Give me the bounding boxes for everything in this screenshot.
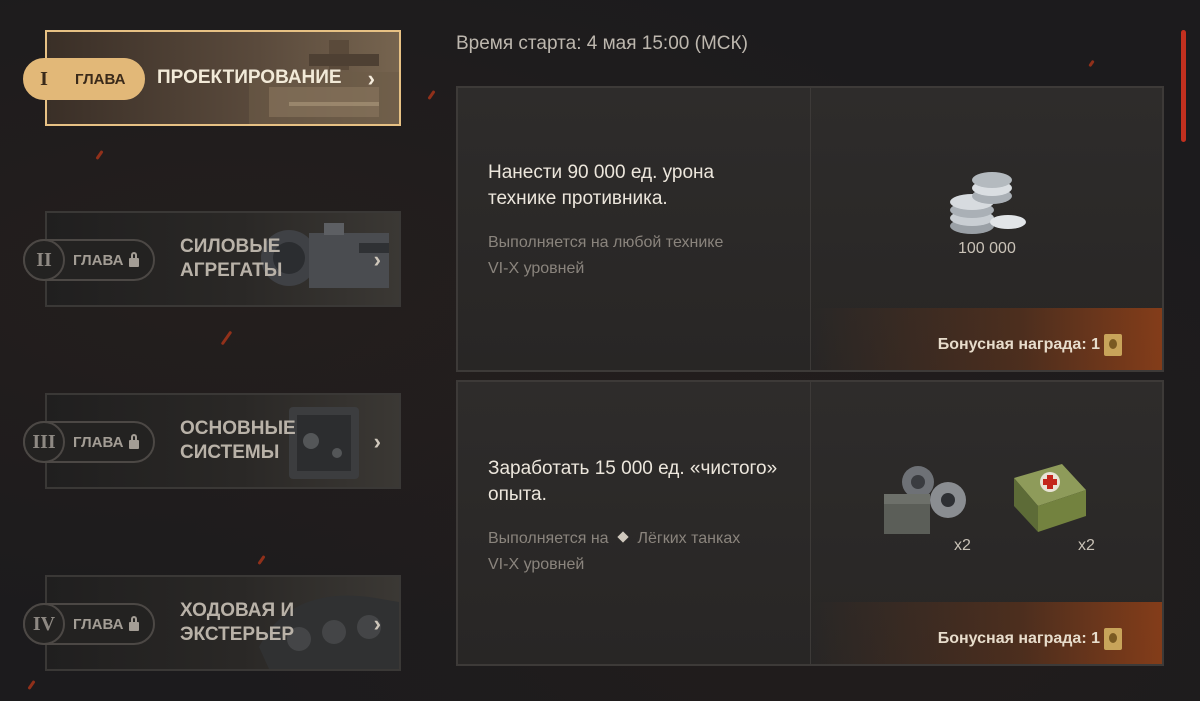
bonus-reward-label: Бонусная награда: 1 — [937, 630, 1100, 647]
chapter-card-1[interactable]: I ГЛАВА ПРОЕКТИРОВАНИЕ › — [23, 30, 401, 126]
reward-count: x2 — [1078, 537, 1095, 554]
task-card-1[interactable]: Нанести 90 000 ед. урона технике противни… — [456, 86, 1164, 372]
chapter-pill: IV ГЛАВА — [23, 603, 156, 645]
chapter-number: I — [40, 67, 48, 90]
chapter-label: ГЛАВА — [73, 251, 124, 269]
chapter-number: III — [23, 421, 65, 463]
chapter-card-4[interactable]: IV ГЛАВА ХОДОВАЯ И ЭКСТЕРЬЕР › — [23, 575, 401, 671]
medal-icon — [1104, 334, 1122, 356]
bonus-strip: Бонусная награда: 1 — [812, 602, 1162, 664]
start-time: Время старта: 4 мая 15:00 (МСК) — [456, 33, 748, 54]
chapter-title-line: ЭКСТЕРЬЕР — [180, 624, 295, 645]
chapter-card-2[interactable]: II ГЛАВА СИЛОВЫЕ АГРЕГАТЫ › — [23, 211, 401, 307]
vehicle-type: Лёгких танках — [637, 530, 741, 547]
chapter-number: II — [23, 239, 65, 281]
chapter-title: ПРОЕКТИРОВАНИЕ — [157, 67, 342, 88]
chapter-title: СИЛОВЫЕ АГРЕГАТЫ — [180, 213, 282, 305]
divider — [810, 382, 811, 664]
chapter-title: ОСНОВНЫЕ СИСТЕМЫ — [180, 395, 296, 487]
chapter-title-line: ХОДОВАЯ И — [180, 600, 295, 621]
bonus-strip: Бонусная награда: 1 — [812, 308, 1162, 370]
chapter-label: ГЛАВА — [73, 433, 124, 451]
task-condition-line: Выполняется на любой технике — [488, 234, 724, 251]
task-description: Нанести 90 000 ед. урона технике противни… — [488, 160, 798, 282]
scrollbar[interactable] — [1181, 30, 1186, 142]
chapter-pill: I ГЛАВА — [23, 58, 146, 100]
chapter-number: IV — [23, 603, 65, 645]
light-tank-icon — [617, 531, 629, 543]
lock-icon — [129, 615, 140, 631]
chapter-label: ГЛАВА — [75, 70, 126, 88]
task-condition-line: VI-X уровней — [488, 556, 585, 573]
chevron-right-icon: › — [373, 611, 381, 636]
chapter-title-line: СИСТЕМЫ — [180, 442, 280, 463]
task-condition: Выполняется на Лёгких танках VI-X уровней — [488, 526, 798, 578]
chapter-card-3[interactable]: III ГЛАВА ОСНОВНЫЕ СИСТЕМЫ › — [23, 393, 401, 489]
chapter-label: ГЛАВА — [73, 615, 124, 633]
task-condition-line: VI-X уровней — [488, 260, 585, 277]
divider — [810, 88, 811, 370]
task-title-line: опыта. — [488, 484, 547, 505]
task-condition-line: Выполняется на — [488, 530, 609, 547]
task-title-line: Нанести 90 000 ед. урона — [488, 162, 715, 183]
chapter-pill: III ГЛАВА — [23, 421, 156, 463]
medal-icon — [1104, 628, 1122, 650]
task-description: Заработать 15 000 ед. «чистого» опыта. Вы… — [488, 456, 798, 578]
task-card-2[interactable]: Заработать 15 000 ед. «чистого» опыта. Вы… — [456, 380, 1164, 666]
chapter-title-line: АГРЕГАТЫ — [180, 260, 283, 281]
chapter-title: ХОДОВАЯ И ЭКСТЕРЬЕР — [180, 577, 294, 669]
chapter-pill: II ГЛАВА — [23, 239, 156, 281]
silver-coins-icon — [946, 168, 1030, 245]
bonus-reward-label: Бонусная награда: 1 — [937, 336, 1100, 353]
chevron-right-icon: › — [373, 247, 381, 272]
lock-icon — [129, 433, 140, 449]
reward-count: x2 — [954, 537, 971, 554]
first-aid-kit-icon — [1006, 460, 1092, 541]
chevron-right-icon: › — [367, 66, 375, 91]
reward-amount: 100 000 — [958, 240, 1016, 257]
task-condition: Выполняется на любой технике VI-X уровней — [488, 230, 798, 282]
task-title-line: Заработать 15 000 ед. «чистого» — [488, 458, 778, 479]
task-title-line: технике противника. — [488, 188, 668, 209]
task-title: Заработать 15 000 ед. «чистого» опыта. — [488, 456, 798, 508]
task-title: Нанести 90 000 ед. урона технике противни… — [488, 160, 798, 212]
lock-icon — [129, 251, 140, 267]
equipment-crate-icon — [882, 460, 972, 545]
chapter-title-line: ОСНОВНЫЕ — [180, 418, 296, 439]
chevron-right-icon: › — [373, 429, 381, 454]
chapter-title-line: СИЛОВЫЕ — [180, 236, 281, 257]
